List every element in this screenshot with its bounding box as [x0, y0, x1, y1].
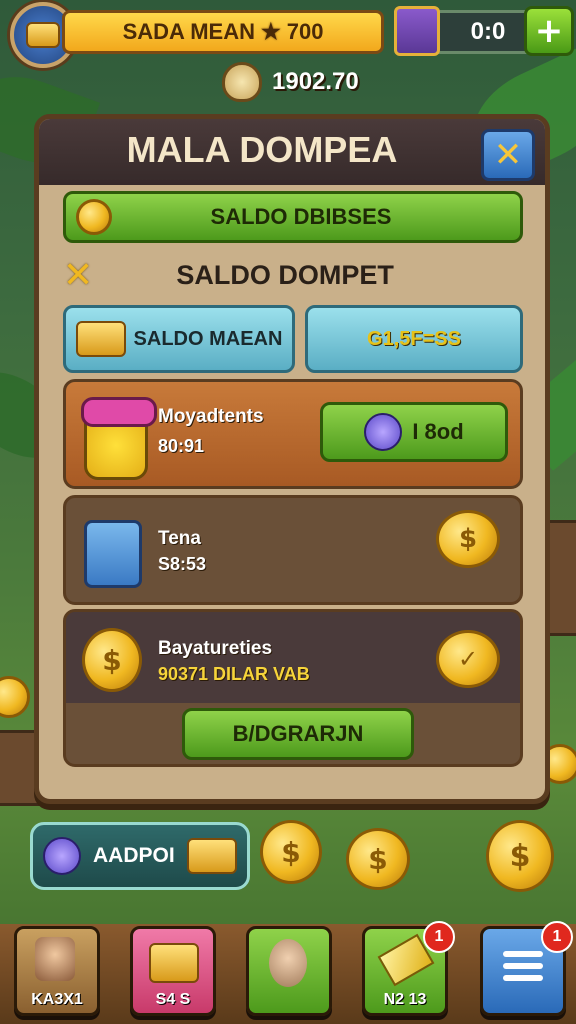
list-item: Moyadtents 80:91 I 8od: [63, 379, 523, 489]
aadpoi-label: AADPOI: [93, 844, 175, 867]
menu-icon: [503, 951, 543, 957]
aadpoi-button[interactable]: AADPOI: [30, 822, 250, 890]
tab-saldo-label: SALDO MAEAN: [133, 327, 283, 350]
nav-label: S4 S: [155, 991, 191, 1008]
coin-stack-icon: [26, 22, 60, 48]
coin-stack-icon: [75, 321, 126, 357]
player-name-bar: SADA MEAN ★ 700: [62, 10, 384, 54]
saldo-banner-label: SALDO DBIBSES: [210, 204, 392, 229]
character-icon: [81, 397, 157, 480]
row-name: Moyadtents: [158, 406, 264, 427]
section-header: ✕ SALDO DOMPET: [63, 254, 517, 296]
money-bag-icon: [222, 62, 262, 102]
balance-display: 1902.70: [222, 62, 359, 102]
nav-tickets[interactable]: N2 13 1: [362, 921, 455, 1016]
balance-value: 1902.70: [272, 68, 359, 95]
notification-badge: 1: [541, 921, 573, 953]
add-resource-button[interactable]: +: [524, 6, 574, 56]
tab-saldo[interactable]: SALDO MAEAN: [63, 305, 295, 373]
panel-title: MALA DOMPEA: [126, 129, 398, 170]
panel-header: MALA DOMPEA ✕: [39, 119, 545, 185]
gem-icon: [364, 413, 403, 451]
close-button[interactable]: ✕: [481, 129, 535, 181]
nav-label: KA3X1: [31, 991, 83, 1008]
section-title: SALDO DOMPET: [176, 259, 394, 290]
star-icon: ★: [260, 19, 281, 44]
resource-counter-value: 0:0: [470, 18, 506, 45]
coin-stack-icon: [149, 943, 199, 983]
list-item: Tena S8:53 $: [63, 495, 523, 605]
chest-icon: [394, 6, 440, 56]
character-icon: [269, 939, 307, 987]
bottom-action-label: B/DGRARJN: [232, 721, 364, 746]
coin-icon[interactable]: $: [486, 820, 554, 892]
notification-badge: 1: [423, 921, 455, 953]
coin-icon: [76, 199, 112, 235]
nav-label: N2 13: [383, 991, 427, 1008]
coin-stack-icon: [186, 838, 237, 874]
row-value: 80:91: [158, 436, 205, 456]
nav-menu[interactable]: 1: [480, 921, 573, 1016]
wallet-panel: MALA DOMPEA ✕ SALDO DBIBSES ✕ SALDO DOMP…: [34, 114, 550, 804]
saldo-banner-button[interactable]: SALDO DBIBSES: [63, 191, 523, 243]
avatar: [35, 937, 75, 981]
row-action-button[interactable]: I 8od: [320, 402, 508, 462]
coin-icon[interactable]: $: [260, 820, 322, 884]
coin-icon[interactable]: $: [346, 828, 410, 890]
row-name: Tena: [158, 528, 201, 549]
coin-icon: [0, 676, 30, 718]
mailbox-icon: [84, 520, 142, 588]
list-item: $ Bayatureties 90371 DILAR VAB ✓ B/DGRAR…: [63, 609, 523, 767]
nav-character[interactable]: [246, 926, 332, 1016]
row-action-label: I 8od: [412, 419, 464, 444]
nav-profile[interactable]: KA3X1: [14, 926, 100, 1016]
gem-icon: [43, 837, 81, 875]
row-value: 90371 DILAR VAB: [158, 664, 310, 684]
nav-shop[interactable]: S4 S: [130, 926, 216, 1016]
row-value: S8:53: [158, 554, 207, 574]
row-name: Bayatureties: [158, 638, 273, 659]
cross-icon: ✕: [63, 254, 94, 296]
player-name: SADA MEAN: [122, 19, 255, 44]
coin-icon[interactable]: ✓: [436, 630, 500, 688]
tab-balance-label: G1,5F=SS: [367, 327, 461, 350]
coin-icon[interactable]: $: [436, 510, 500, 568]
bottom-action-button[interactable]: B/DGRARJN: [182, 708, 414, 760]
currency-value: 700: [286, 19, 324, 44]
coin-icon: $: [82, 628, 142, 692]
tab-balance[interactable]: G1,5F=SS: [305, 305, 523, 373]
